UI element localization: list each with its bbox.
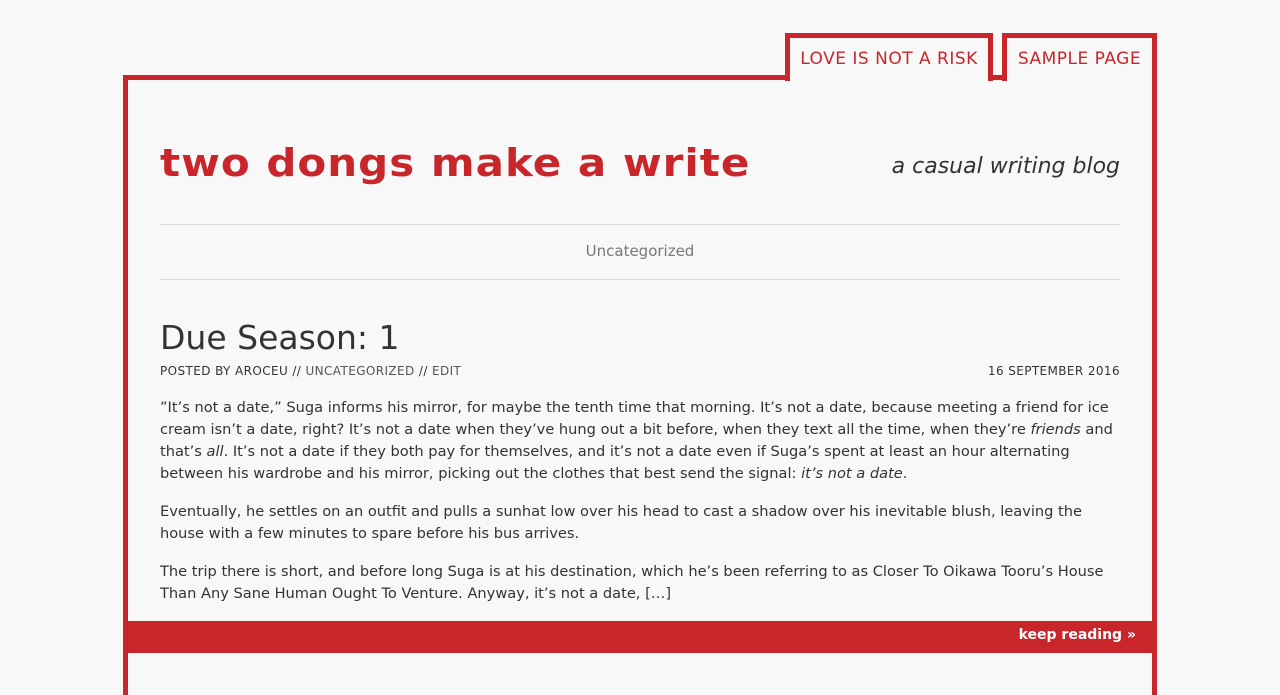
category-link[interactable]: UNCATEGORIZED <box>305 364 414 378</box>
site-tagline: a casual writing blog <box>891 154 1120 179</box>
posted-by-label: POSTED BY <box>160 364 235 378</box>
excerpt-paragraph: Eventually, he settles on an outfit and … <box>160 503 1082 542</box>
post-meta-left: POSTED BY AROCEU // UNCATEGORIZED // EDI… <box>160 364 461 378</box>
author-link[interactable]: AROCEU <box>235 364 288 378</box>
nav-tab-sample-page[interactable]: SAMPLE PAGE <box>1002 33 1157 81</box>
excerpt-paragraph: The trip there is short, and before long… <box>160 563 1104 602</box>
site-title[interactable]: two dongs make a write <box>160 140 750 185</box>
excerpt-emphasis: it’s not a date <box>801 465 903 482</box>
tab-joint <box>790 75 988 81</box>
divider <box>160 224 1120 225</box>
read-more-bar: keep reading » <box>128 621 1152 653</box>
excerpt-text: . It’s not a date if they both pay for t… <box>160 443 1070 482</box>
meta-separator: // <box>414 364 432 378</box>
divider <box>160 279 1120 280</box>
excerpt-text: ”It’s not a date,” Suga informs his mirr… <box>160 399 1109 438</box>
excerpt-emphasis: all <box>206 443 224 460</box>
post-date: 16 SEPTEMBER 2016 <box>987 364 1120 378</box>
keep-reading-link[interactable]: keep reading » <box>1019 627 1136 643</box>
post-meta: POSTED BY AROCEU // UNCATEGORIZED // EDI… <box>160 364 1120 378</box>
nav-tab-love-is-not-a-risk[interactable]: LOVE IS NOT A RISK <box>785 33 993 81</box>
archive-category-heading: Uncategorized <box>585 242 695 260</box>
excerpt-emphasis: friends <box>1030 421 1081 438</box>
meta-separator: // <box>288 364 306 378</box>
excerpt-text: . <box>902 465 908 482</box>
excerpt-paragraph: ”It’s not a date,” Suga informs his mirr… <box>160 397 1120 485</box>
post-excerpt: ”It’s not a date,” Suga informs his mirr… <box>160 397 1120 621</box>
edit-link[interactable]: EDIT <box>432 364 461 378</box>
post-title[interactable]: Due Season: 1 <box>160 318 400 357</box>
tab-joint <box>1007 75 1152 81</box>
